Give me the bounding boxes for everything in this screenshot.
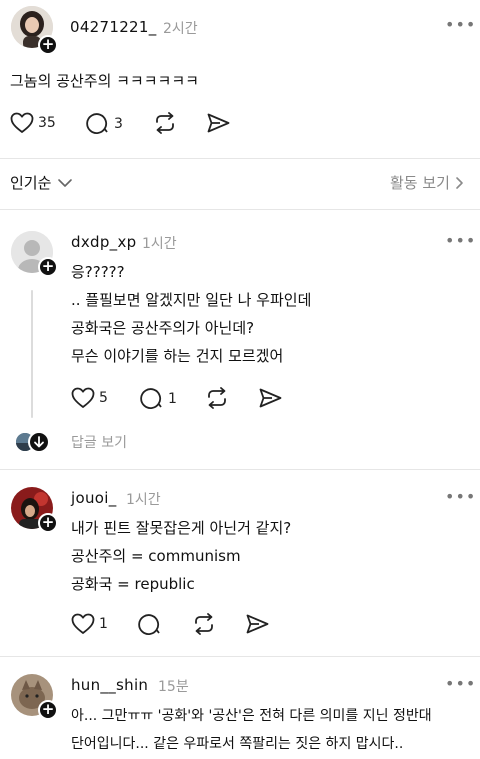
follow-plus-icon[interactable]: + <box>38 513 58 533</box>
divider <box>0 656 480 657</box>
comment-icon <box>140 388 162 409</box>
repost-icon <box>208 387 226 409</box>
reply-text-line: 아... 그만ㅠㅠ '공화'와 '공산'은 전혀 다른 의미를 지닌 정반대 <box>71 708 432 724</box>
divider <box>0 209 480 210</box>
repost-button[interactable] <box>152 111 178 135</box>
repost-button[interactable] <box>191 612 217 636</box>
send-icon <box>259 388 282 408</box>
post-username[interactable]: 04271221_ <box>70 18 157 36</box>
reply-time: 1시간 <box>142 236 177 252</box>
like-count: 5 <box>99 390 108 406</box>
reply-time: 15분 <box>158 679 189 695</box>
reply-username[interactable]: jouoi_ <box>71 489 117 507</box>
comment-count: 3 <box>114 115 123 132</box>
heart-icon <box>71 613 95 634</box>
like-button[interactable]: 5 <box>71 387 108 409</box>
activity-label: 활동 보기 <box>390 174 450 192</box>
reply-time: 1시간 <box>126 492 161 508</box>
send-icon <box>207 113 230 133</box>
repost-button[interactable] <box>204 386 230 410</box>
view-replies-link[interactable]: 답글 보기 <box>71 432 127 452</box>
reply-username[interactable]: hun__shin <box>71 676 148 694</box>
more-icon[interactable]: ••• <box>445 489 476 505</box>
like-count: 35 <box>38 115 56 131</box>
like-button[interactable]: 35 <box>10 112 56 134</box>
sort-dropdown[interactable]: 인기순 <box>10 172 74 193</box>
heart-icon <box>10 112 34 133</box>
chevron-down-icon <box>58 178 73 187</box>
follow-plus-icon[interactable]: + <box>38 35 58 55</box>
more-icon[interactable]: ••• <box>445 17 476 33</box>
heart-icon <box>71 387 95 408</box>
reply-text-line: 응????? <box>71 263 125 281</box>
reply-text-line: .. 플필보면 알겠지만 일단 나 우파인데 <box>71 291 312 309</box>
activity-link[interactable]: 활동 보기 <box>390 172 466 193</box>
sort-label: 인기순 <box>10 174 52 192</box>
comment-button[interactable] <box>138 613 162 636</box>
divider <box>0 469 480 470</box>
send-icon <box>246 614 269 634</box>
like-button[interactable]: 1 <box>71 613 108 635</box>
like-count: 1 <box>99 616 108 632</box>
arrow-down-icon <box>28 431 50 453</box>
reply-avatars[interactable] <box>16 431 52 453</box>
follow-plus-icon[interactable]: + <box>38 700 58 720</box>
repost-icon <box>195 613 213 635</box>
share-button[interactable] <box>258 387 283 409</box>
more-icon[interactable]: ••• <box>445 233 476 249</box>
divider <box>0 158 480 159</box>
reply-username[interactable]: dxdp_xp <box>71 233 136 251</box>
reply-text-line: 내가 핀트 잘못잡은게 아닌거 같지? <box>71 519 292 537</box>
comment-icon <box>86 113 108 134</box>
comment-button[interactable]: 1 <box>140 387 177 410</box>
chevron-right-icon <box>456 176 463 189</box>
reply-text-line: 공화국은 공산주의가 아닌데? <box>71 319 255 337</box>
comment-icon <box>138 614 160 635</box>
more-icon[interactable]: ••• <box>445 676 476 692</box>
repost-icon <box>156 112 174 134</box>
reply-text-line: 단어입니다... 같은 우파로서 쪽팔리는 짓은 하지 맙시다.. <box>71 736 404 752</box>
post-time: 2시간 <box>163 21 198 37</box>
reply-text-line: 무슨 이야기를 하는 건지 모르겠어 <box>71 347 284 365</box>
follow-plus-icon[interactable]: + <box>38 257 58 277</box>
share-button[interactable] <box>245 613 270 635</box>
reply-text-line: 공화국 = republic <box>71 575 195 593</box>
share-button[interactable] <box>206 112 231 134</box>
post-text: 그놈의 공산주의 ㅋㅋㅋㅋㅋㅋ <box>10 72 199 90</box>
comment-button[interactable]: 3 <box>86 112 123 135</box>
comment-count: 1 <box>168 390 177 407</box>
thread-line <box>31 290 33 418</box>
reply-text-line: 공산주의 = communism <box>71 547 241 565</box>
